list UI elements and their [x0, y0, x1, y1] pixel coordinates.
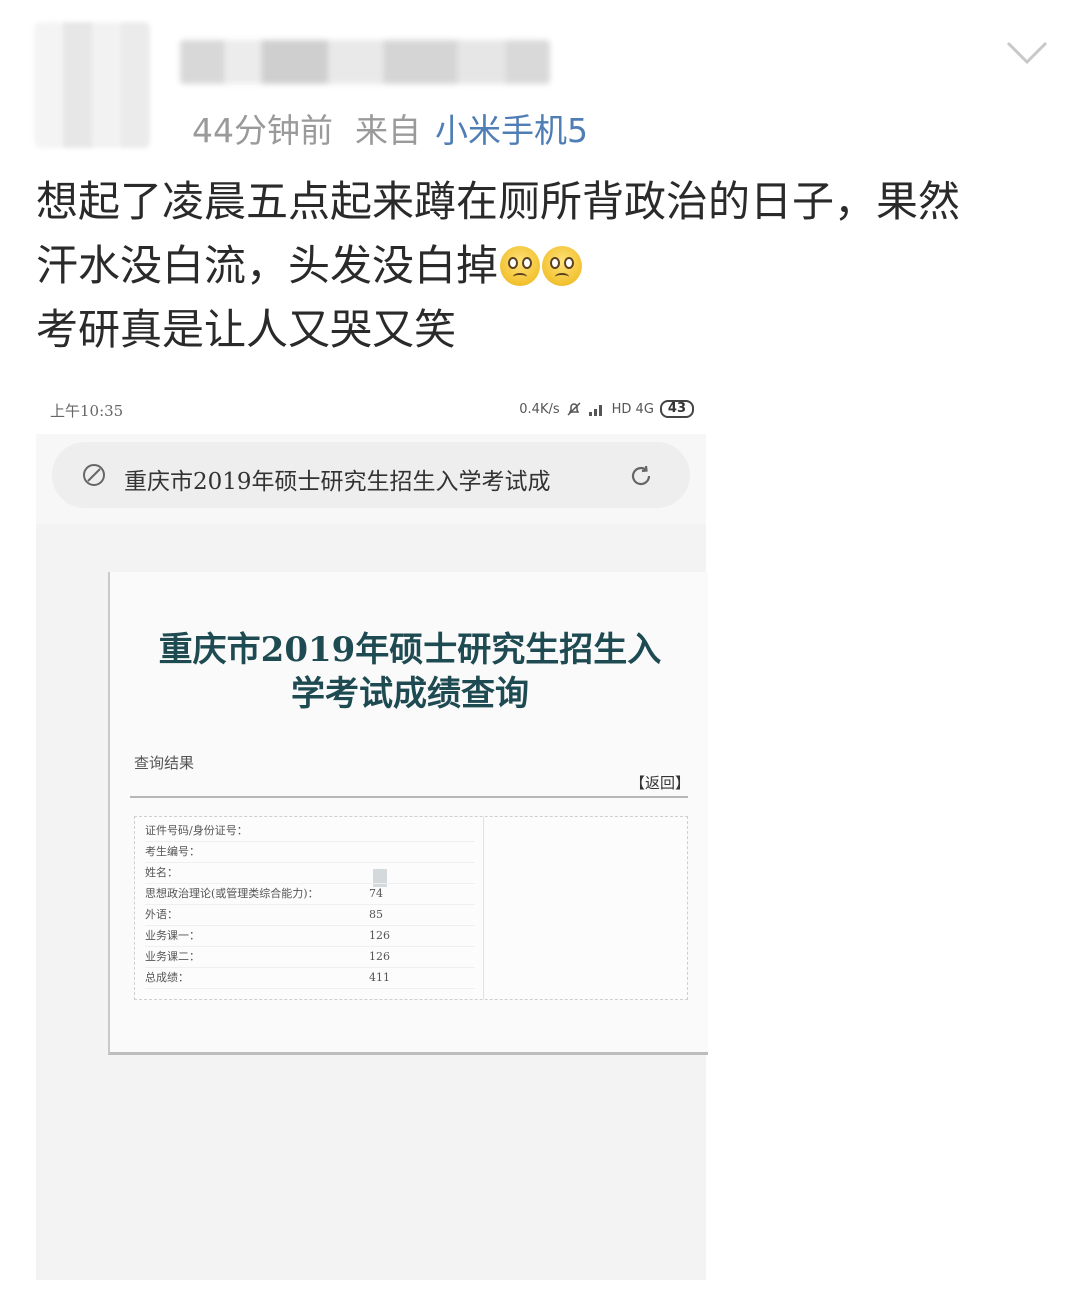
username-blurred[interactable] — [180, 40, 550, 84]
device-link[interactable]: 小米手机5 — [435, 111, 588, 150]
refresh-icon[interactable] — [628, 463, 654, 489]
status-time: 上午10:35 — [50, 402, 124, 420]
crying-face-icon — [500, 246, 541, 286]
post-image[interactable]: 上午10:35 0.4K/s HD 4G 43 重庆市2019年硕士研究生招生入… — [36, 384, 708, 1280]
result-table: 证件号码/身份证号： 考生编号： 姓名： 思想政治理论(或管理类综合能力)： 74… — [134, 816, 688, 1000]
row-label: 证件号码/身份证号： — [145, 824, 248, 837]
row-label: 外语： — [145, 908, 178, 921]
back-link[interactable]: 【返回】 — [630, 772, 690, 793]
score-card: 重庆市2019年硕士研究生招生入 学考试成绩查询 查询结果 【返回】 证件号码/… — [108, 572, 708, 1055]
avatar[interactable] — [34, 22, 150, 148]
embedded-status-bar: 上午10:35 0.4K/s HD 4G 43 — [36, 384, 706, 434]
page-title-line-2: 学考试成绩查询 — [291, 674, 529, 714]
web-page: 重庆市2019年硕士研究生招生入 学考试成绩查询 查询结果 【返回】 证件号码/… — [36, 524, 708, 1280]
url-bar[interactable]: 重庆市2019年硕士研究生招生入学考试成 — [52, 442, 690, 508]
mute-icon — [567, 402, 581, 416]
table-row: 证件号码/身份证号： — [145, 821, 475, 842]
status-indicators: 0.4K/s HD 4G 43 — [519, 400, 694, 418]
battery-icon: 43 — [659, 400, 694, 418]
table-row: 思想政治理论(或管理类综合能力)： 74 — [145, 884, 475, 905]
net-speed: 0.4K/s — [519, 401, 560, 417]
post-line-3: 考研真是让人又哭又笑 — [36, 305, 457, 354]
chevron-down-icon[interactable] — [1006, 40, 1048, 66]
post-line-2: 汗水没白流，头发没白掉 — [36, 241, 499, 290]
row-value: 126 — [369, 950, 390, 963]
signal-icon — [588, 405, 602, 416]
row-value: 85 — [369, 908, 383, 921]
table-row: 外语： 85 — [145, 905, 475, 926]
table-divider — [483, 817, 484, 999]
table-row: 业务课二： 126 — [145, 947, 475, 968]
post-line-1: 想起了凌晨五点起来蹲在厕所背政治的日子，果然 — [36, 177, 961, 226]
result-label: 查询结果 — [134, 754, 195, 772]
post-meta: 44分钟前 来自 小米手机5 — [192, 104, 588, 152]
row-label: 业务课一： — [145, 929, 200, 942]
source-label: 来自 — [355, 111, 421, 150]
post-text: 想起了凌晨五点起来蹲在厕所背政治的日子，果然 汗水没白流，头发没白掉 考研真是让… — [36, 170, 1046, 362]
row-value: 411 — [369, 971, 390, 984]
row-value: 74 — [369, 887, 383, 900]
table-row: 姓名： — [145, 863, 475, 884]
table-row: 业务课一： 126 — [145, 926, 475, 947]
row-label: 总成绩： — [145, 971, 189, 984]
crying-face-icon — [542, 246, 583, 286]
row-label: 姓名： — [145, 866, 178, 879]
page-title: 重庆市2019年硕士研究生招生入 学考试成绩查询 — [130, 628, 690, 716]
post-time: 44分钟前 — [192, 111, 333, 150]
page-title-line-1: 重庆市2019年硕士研究生招生入 — [158, 630, 662, 670]
table-row: 考生编号： — [145, 842, 475, 863]
compass-icon — [83, 464, 105, 486]
row-label: 考生编号： — [145, 845, 200, 858]
table-row: 总成绩： 411 — [145, 968, 475, 989]
url-text: 重庆市2019年硕士研究生招生入学考试成 — [124, 469, 551, 495]
row-value: 126 — [369, 929, 390, 942]
network-type: HD 4G — [611, 401, 654, 417]
row-label: 业务课二： — [145, 950, 200, 963]
divider — [130, 796, 688, 798]
row-label: 思想政治理论(或管理类综合能力)： — [145, 887, 319, 900]
